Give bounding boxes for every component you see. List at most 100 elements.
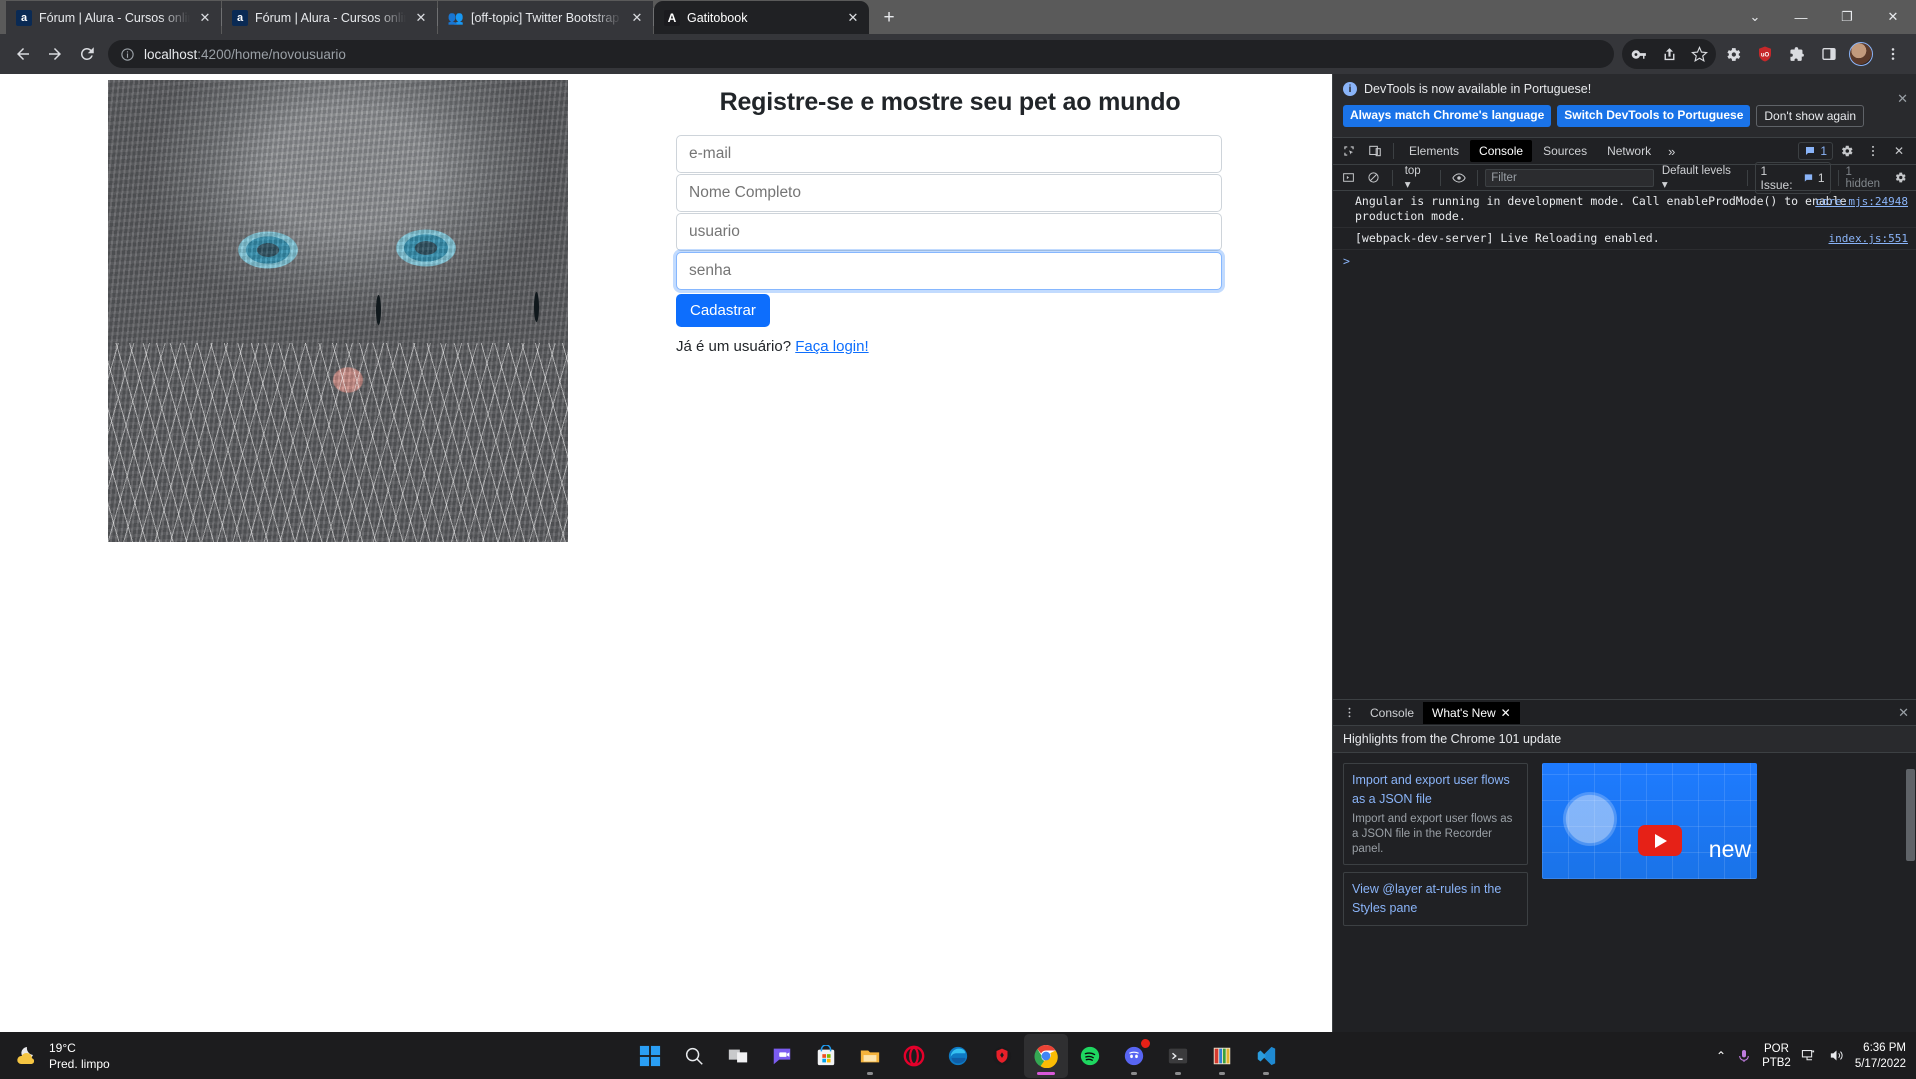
chat-teams-icon[interactable] bbox=[760, 1034, 804, 1078]
clear-console-icon[interactable] bbox=[1362, 166, 1384, 190]
console-filter-input[interactable]: Filter bbox=[1485, 168, 1654, 187]
extensions-puzzle-icon[interactable] bbox=[1782, 39, 1812, 69]
close-window-icon[interactable]: ✕ bbox=[1870, 0, 1916, 34]
winrar-icon[interactable] bbox=[1200, 1034, 1244, 1078]
discord-icon[interactable] bbox=[1112, 1034, 1156, 1078]
chrome-icon[interactable] bbox=[1024, 1033, 1068, 1078]
log-levels-selector[interactable]: Default levels ▾ bbox=[1657, 165, 1740, 191]
key-icon[interactable] bbox=[1624, 39, 1654, 69]
scrollbar-thumb[interactable] bbox=[1906, 769, 1915, 861]
password-field[interactable] bbox=[676, 252, 1222, 290]
whats-new-scrollbar[interactable] bbox=[1906, 757, 1915, 1027]
console-sidebar-icon[interactable] bbox=[1337, 166, 1359, 190]
banner-message-row: i DevTools is now available in Portugues… bbox=[1343, 82, 1906, 96]
issues-counter[interactable]: 1 bbox=[1798, 142, 1833, 160]
username-field[interactable] bbox=[676, 213, 1222, 251]
opera-icon[interactable] bbox=[892, 1034, 936, 1078]
spotify-icon[interactable] bbox=[1068, 1034, 1112, 1078]
address-bar[interactable]: localhost:4200/home/novousuario bbox=[108, 40, 1614, 68]
bookmark-star-icon[interactable] bbox=[1684, 39, 1714, 69]
omnibox-actions bbox=[1622, 39, 1716, 69]
console-message-source[interactable]: core.mjs:24948 bbox=[1815, 194, 1908, 209]
live-expression-eye-icon[interactable] bbox=[1448, 166, 1470, 190]
console-message-row[interactable]: [webpack-dev-server] Live Reloading enab… bbox=[1333, 228, 1916, 250]
dont-show-again-button[interactable]: Don't show again bbox=[1756, 105, 1865, 127]
whats-new-card[interactable]: Import and export user flows as a JSON f… bbox=[1343, 763, 1528, 865]
folder-icon[interactable] bbox=[848, 1034, 892, 1078]
always-match-language-button[interactable]: Always match Chrome's language bbox=[1343, 105, 1552, 127]
language-indicator[interactable]: POR PTB2 bbox=[1762, 1042, 1791, 1070]
fullname-field[interactable] bbox=[676, 174, 1222, 212]
inspect-element-icon[interactable] bbox=[1337, 139, 1361, 163]
context-selector[interactable]: top ▾ bbox=[1400, 165, 1433, 191]
console-input-prompt[interactable]: > bbox=[1333, 250, 1916, 272]
whats-new-card-title[interactable]: View @layer at-rules in the Styles pane bbox=[1352, 880, 1519, 918]
console-settings-gear-icon[interactable] bbox=[1890, 166, 1912, 190]
volume-icon[interactable] bbox=[1828, 1047, 1845, 1064]
drawer-tab-whats-new[interactable]: What's New ✕ bbox=[1423, 701, 1520, 724]
device-toolbar-icon[interactable] bbox=[1363, 139, 1387, 163]
browser-tab-1[interactable]: a Fórum | Alura - Cursos online de ✕ bbox=[6, 1, 221, 34]
network-icon[interactable] bbox=[1801, 1047, 1818, 1064]
forward-icon[interactable] bbox=[40, 39, 70, 69]
ublock-shield-icon[interactable]: uO bbox=[1750, 39, 1780, 69]
tab-network[interactable]: Network bbox=[1598, 140, 1660, 162]
drawer-kebab-menu-icon[interactable] bbox=[1337, 701, 1361, 725]
settings-gear-icon[interactable] bbox=[1835, 139, 1859, 163]
store-icon[interactable] bbox=[804, 1034, 848, 1078]
submit-button[interactable]: Cadastrar bbox=[676, 294, 770, 327]
login-link[interactable]: Faça login! bbox=[795, 338, 868, 355]
tab-console[interactable]: Console bbox=[1470, 140, 1533, 162]
back-icon[interactable] bbox=[8, 39, 38, 69]
site-info-icon[interactable] bbox=[120, 47, 135, 62]
task-view-icon[interactable] bbox=[716, 1034, 760, 1078]
browser-tab-3[interactable]: 👥 [off-topic] Twitter Bootstrap - Co ✕ bbox=[438, 1, 653, 34]
console-message-row[interactable]: Angular is running in development mode. … bbox=[1333, 191, 1916, 228]
tab-search-icon[interactable]: ⌄ bbox=[1732, 0, 1778, 34]
clock[interactable]: 6:36 PM 5/17/2022 bbox=[1855, 1040, 1906, 1072]
banner-close-icon[interactable]: ✕ bbox=[1897, 91, 1908, 107]
tab-close-icon[interactable]: ✕ bbox=[629, 10, 645, 26]
drawer-tab-console[interactable]: Console bbox=[1361, 702, 1423, 724]
tab-elements[interactable]: Elements bbox=[1400, 140, 1468, 162]
maximize-icon[interactable]: ❐ bbox=[1824, 0, 1870, 34]
whats-new-card-title[interactable]: Import and export user flows as a JSON f… bbox=[1352, 771, 1519, 809]
close-devtools-icon[interactable]: ✕ bbox=[1887, 139, 1911, 163]
drawer-close-icon[interactable]: ✕ bbox=[1898, 705, 1916, 721]
drawer-tab-close-icon[interactable]: ✕ bbox=[1501, 706, 1511, 720]
browser-tab-4-active[interactable]: A Gatitobook ✕ bbox=[654, 1, 869, 34]
side-panel-icon[interactable] bbox=[1814, 39, 1844, 69]
tab-close-icon[interactable]: ✕ bbox=[413, 10, 429, 26]
windows-taskbar: 19°C Pred. limpo ⌃ POR PTB2 6:36 PM 5/17… bbox=[0, 1032, 1916, 1079]
tab-sources[interactable]: Sources bbox=[1534, 140, 1596, 162]
gear-icon[interactable] bbox=[1718, 39, 1748, 69]
mic-icon[interactable] bbox=[1736, 1048, 1752, 1064]
start-button[interactable] bbox=[628, 1034, 672, 1078]
whats-new-card[interactable]: View @layer at-rules in the Styles pane bbox=[1343, 872, 1528, 926]
kebab-menu-icon[interactable] bbox=[1861, 139, 1885, 163]
tab-close-icon[interactable]: ✕ bbox=[197, 10, 213, 26]
share-icon[interactable] bbox=[1654, 39, 1684, 69]
new-tab-button[interactable]: + bbox=[875, 4, 903, 32]
console-message-source[interactable]: index.js:551 bbox=[1829, 231, 1908, 246]
edge-icon[interactable] bbox=[936, 1034, 980, 1078]
email-field[interactable] bbox=[676, 135, 1222, 173]
weather-widget[interactable]: 19°C Pred. limpo bbox=[0, 1040, 110, 1072]
issue-chip[interactable]: 1 Issue: 1 bbox=[1754, 161, 1831, 194]
tab-close-icon[interactable]: ✕ bbox=[845, 10, 861, 26]
play-icon[interactable] bbox=[1638, 825, 1682, 856]
terminal-icon[interactable] bbox=[1156, 1034, 1200, 1078]
search-icon[interactable] bbox=[672, 1034, 716, 1078]
more-tabs-icon[interactable]: » bbox=[1662, 144, 1681, 159]
minimize-icon[interactable]: — bbox=[1778, 0, 1824, 34]
switch-to-portuguese-button[interactable]: Switch DevTools to Portuguese bbox=[1557, 105, 1751, 127]
whats-new-video-thumbnail[interactable]: new bbox=[1542, 763, 1757, 879]
avatar[interactable] bbox=[1846, 39, 1876, 69]
running-indicator bbox=[1131, 1071, 1137, 1075]
browser-tab-2[interactable]: a Fórum | Alura - Cursos online de ✕ bbox=[222, 1, 437, 34]
chrome-menu-icon[interactable] bbox=[1878, 39, 1908, 69]
reload-icon[interactable] bbox=[72, 39, 102, 69]
vscode-icon[interactable] bbox=[1244, 1034, 1288, 1078]
tray-expand-chevron-icon[interactable]: ⌃ bbox=[1716, 1049, 1726, 1063]
red-shield-icon[interactable] bbox=[980, 1034, 1024, 1078]
